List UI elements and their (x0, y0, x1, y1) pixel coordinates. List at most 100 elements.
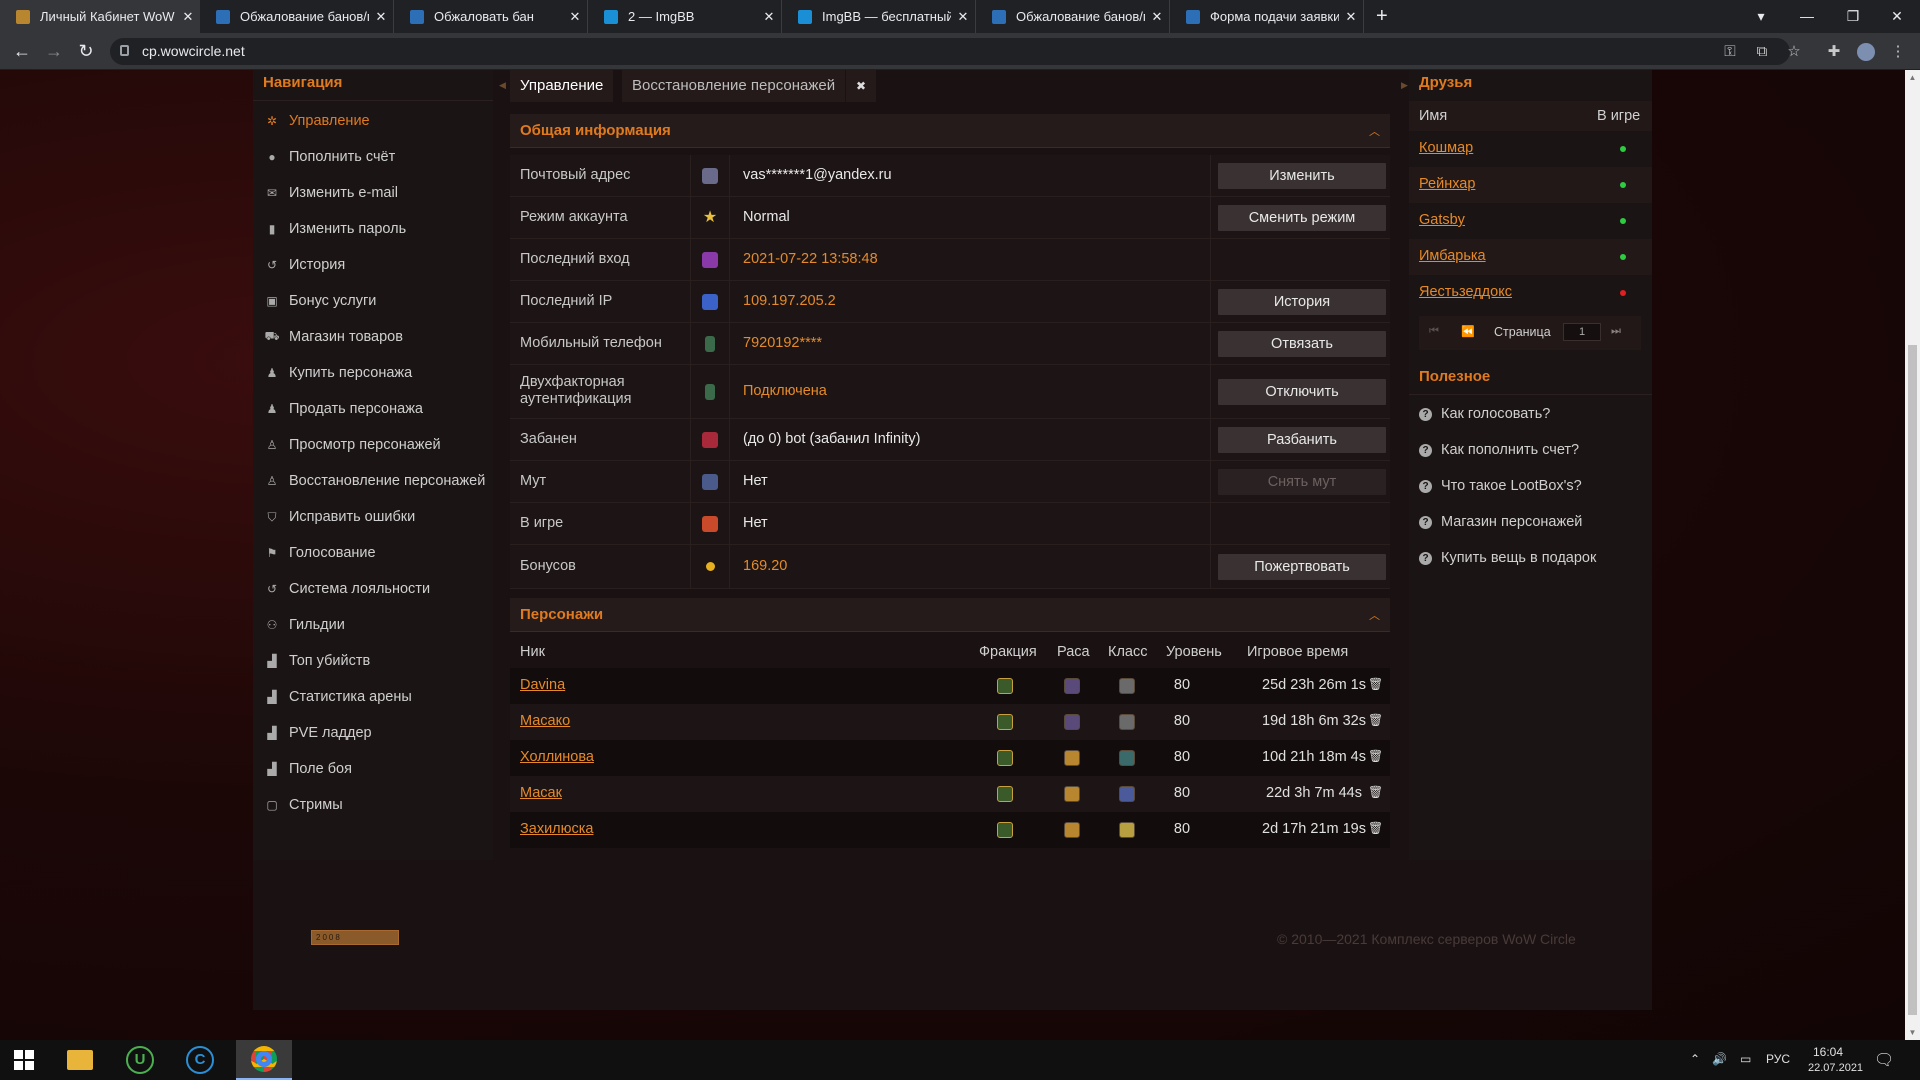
trash-icon[interactable]: 🗑 (1368, 749, 1383, 763)
avatar[interactable] (1852, 33, 1880, 70)
profile-dropdown-icon[interactable]: ▾ (1738, 0, 1784, 33)
tray-chevron-icon[interactable]: ⌃ (1690, 1052, 1700, 1066)
friend-link[interactable]: Имбарька (1419, 248, 1486, 264)
unlink-phone-button[interactable]: Отвязать (1218, 331, 1386, 357)
close-tab-icon[interactable]: ✕ (563, 9, 587, 25)
browser-tab[interactable]: 2 — ImgBB ✕ (588, 0, 782, 33)
unmute-button[interactable]: Снять мут (1218, 469, 1386, 495)
useful-link[interactable]: ? Что такое LootBox's? (1409, 469, 1652, 505)
close-window-icon[interactable]: ✕ (1874, 0, 1920, 33)
col-level[interactable]: Уровень (1166, 644, 1222, 660)
useful-link[interactable]: ? Магазин персонажей (1409, 505, 1652, 541)
menu-dots-icon[interactable]: ⋮ (1884, 33, 1912, 70)
change-mode-button[interactable]: Сменить режим (1218, 205, 1386, 231)
friend-link[interactable]: Gatsby (1419, 212, 1465, 228)
scroll-up-icon[interactable]: ▲ (1905, 70, 1920, 85)
useful-link[interactable]: ? Как пополнить счет? (1409, 433, 1652, 469)
character-link[interactable]: Davina (520, 677, 565, 693)
nav-item-battleground[interactable]: ▟ Поле боя (253, 751, 493, 787)
clock[interactable]: 16:04 22.07.2021 (1808, 1044, 1863, 1076)
prev-page-icon[interactable]: ⏪ (1461, 325, 1475, 338)
url-text[interactable]: cp.wowcircle.net (142, 43, 245, 59)
nav-item-shop[interactable]: ⛟ Магазин товаров (253, 319, 493, 355)
col-class[interactable]: Класс (1108, 644, 1147, 660)
nav-item-top-kills[interactable]: ▟ Топ убийств (253, 643, 493, 679)
browser-tab[interactable]: Обжаловать бан ✕ (394, 0, 588, 33)
scroll-thumb[interactable] (1908, 345, 1917, 1015)
scroll-left-icon[interactable]: ◀ (499, 80, 506, 91)
trash-icon[interactable]: 🗑 (1368, 821, 1383, 835)
ccleaner-icon[interactable]: C (176, 1040, 224, 1080)
character-link[interactable]: Масак (520, 785, 562, 801)
nav-item-arena-stats[interactable]: ▟ Статистика арены (253, 679, 493, 715)
general-info-header[interactable]: Общая информация ︿ (510, 114, 1390, 148)
network-icon[interactable]: ▭ (1740, 1052, 1751, 1066)
nav-item-change-email[interactable]: ✉ Изменить e-mail (253, 175, 493, 211)
nav-item-restore-characters[interactable]: ♙ Восстановление персонажей (253, 463, 493, 499)
nav-item-history[interactable]: ↺ История (253, 247, 493, 283)
useful-link[interactable]: ? Как голосовать? (1409, 397, 1652, 433)
nav-item-loyalty[interactable]: ↺ Система лояльности (253, 571, 493, 607)
scroll-right-icon[interactable]: ▶ (1401, 80, 1408, 91)
browser-tab[interactable]: ImgBB — бесплатный хостинг ✕ (782, 0, 976, 33)
scroll-down-icon[interactable]: ▼ (1905, 1025, 1920, 1040)
file-explorer-icon[interactable] (56, 1040, 104, 1080)
page-scrollbar[interactable]: ▲ ▼ (1905, 70, 1920, 1040)
close-tab-icon[interactable]: ✕ (176, 9, 200, 25)
chrome-icon[interactable] (236, 1040, 292, 1080)
extensions-icon[interactable]: ✚ (1820, 33, 1848, 70)
star-icon[interactable]: ☆ (1780, 33, 1808, 70)
browser-tab[interactable]: Форма подачи заявки на обжа ✕ (1170, 0, 1364, 33)
close-tab-icon[interactable]: ✕ (951, 9, 975, 25)
new-tab-button[interactable]: + (1364, 0, 1404, 33)
notifications-icon[interactable]: 🗨 (1874, 1050, 1894, 1070)
nav-item-fix-errors[interactable]: ⛉ Исправить ошибки (253, 499, 493, 535)
windows-start-icon[interactable] (0, 1040, 48, 1080)
nav-item-sell-character[interactable]: ♟ Продать персонажа (253, 391, 493, 427)
close-tab-icon[interactable]: ✖ (846, 70, 876, 102)
unban-button[interactable]: Разбанить (1218, 427, 1386, 453)
close-tab-icon[interactable]: ✕ (1339, 9, 1363, 25)
close-tab-icon[interactable]: ✕ (369, 9, 393, 25)
nav-item-guilds[interactable]: ⚇ Гильдии (253, 607, 493, 643)
language-indicator[interactable]: РУС (1766, 1052, 1790, 1066)
back-arrow-icon[interactable]: ← (8, 33, 36, 70)
nav-item-view-characters[interactable]: ♙ Просмотр персонажей (253, 427, 493, 463)
forward-arrow-icon[interactable]: → (40, 33, 68, 70)
nav-item-pve-ladder[interactable]: ▟ PVE ладдер (253, 715, 493, 751)
trash-icon[interactable]: 🗑 (1368, 713, 1383, 727)
footer-badge[interactable]: 2008 (311, 930, 399, 945)
disable-2fa-button[interactable]: Отключить (1218, 379, 1386, 405)
change-email-button[interactable]: Изменить (1218, 163, 1386, 189)
page-input[interactable]: 1 (1563, 323, 1601, 341)
nav-item-voting[interactable]: ⚑ Голосование (253, 535, 493, 571)
col-race[interactable]: Раса (1057, 644, 1090, 660)
close-tab-icon[interactable]: ✕ (757, 9, 781, 25)
nav-item-manage[interactable]: ✲ Управление (253, 103, 493, 139)
tab-manage[interactable]: Управление (510, 70, 614, 102)
trash-icon[interactable]: 🗑 (1368, 785, 1383, 799)
volume-icon[interactable]: 🔊 (1712, 1052, 1727, 1066)
nav-item-change-password[interactable]: ▮ Изменить пароль (253, 211, 493, 247)
nav-item-streams[interactable]: ▢ Стримы (253, 787, 493, 823)
close-tab-icon[interactable]: ✕ (1145, 9, 1169, 25)
restore-icon[interactable]: ❐ (1830, 0, 1876, 33)
tab-restore-characters[interactable]: Восстановление персонажей (622, 70, 846, 102)
col-playtime[interactable]: Игровое время (1247, 644, 1348, 660)
first-page-icon[interactable]: ⏮ (1429, 325, 1439, 338)
useful-link[interactable]: ? Купить вещь в подарок (1409, 541, 1652, 577)
translate-icon[interactable]: ⧉ (1748, 33, 1776, 70)
friend-link[interactable]: Яестьзеддокс (1419, 284, 1512, 300)
last-page-icon[interactable]: ⏭ (1611, 325, 1621, 338)
nav-item-bonus-services[interactable]: ▣ Бонус услуги (253, 283, 493, 319)
character-link[interactable]: Масако (520, 713, 570, 729)
browser-tab[interactable]: Обжалование банов/мутов x1 ✕ (200, 0, 394, 33)
reload-icon[interactable]: ↻ (72, 33, 100, 70)
chevron-up-icon[interactable]: ︿ (1369, 607, 1380, 623)
characters-header[interactable]: Персонажи ︿ (510, 598, 1390, 632)
character-link[interactable]: Холлинова (520, 749, 594, 765)
chevron-up-icon[interactable]: ︿ (1369, 123, 1380, 139)
character-link[interactable]: Захилюска (520, 821, 593, 837)
url-field[interactable]: cp.wowcircle.net (110, 38, 1790, 65)
browser-tab[interactable]: Обжалование банов/мутов x1 ✕ (976, 0, 1170, 33)
